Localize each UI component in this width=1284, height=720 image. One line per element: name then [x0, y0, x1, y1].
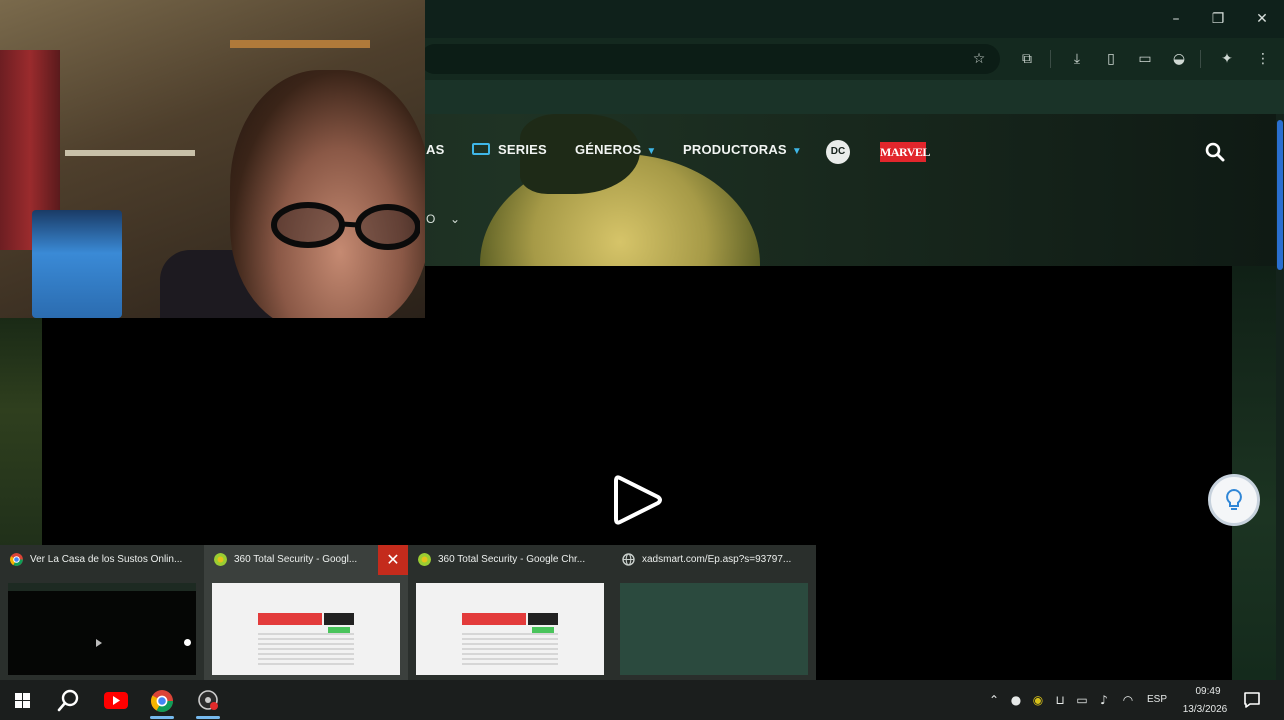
microphone-icon[interactable]: ● [1008, 692, 1024, 708]
wifi-icon[interactable]: ◠ [1120, 692, 1136, 708]
360-icon [418, 553, 431, 566]
webcam-person-face [230, 70, 425, 318]
volume-icon[interactable]: ♪ [1096, 692, 1112, 708]
preview-banner [258, 613, 322, 625]
search-icon[interactable] [48, 683, 88, 719]
chrome-icon[interactable] [142, 683, 182, 719]
nav-item-label: PRODUCTORAS [683, 142, 787, 157]
360-icon [214, 553, 227, 566]
webcam-shelf [65, 150, 195, 156]
window-preview-image [212, 583, 400, 675]
lightbulb-button[interactable] [1208, 474, 1260, 526]
language-indicator[interactable]: ESP [1147, 694, 1167, 705]
screen: – ❐ ✕ ☆ ⧉ ⤓ ▯ ▭ ◒ ✦ ⋮ AS SERIES GÉNEROS ▼… [0, 0, 1284, 720]
download-icon[interactable]: ⤓ [1066, 48, 1088, 70]
nav-item-generos[interactable]: GÉNEROS ▼ [575, 142, 657, 157]
windows-start-icon[interactable] [2, 683, 42, 719]
youtube-icon[interactable] [96, 683, 136, 719]
incognito-icon[interactable]: ◒ [1168, 48, 1190, 70]
chevron-down-icon: ▼ [791, 146, 802, 157]
globe-icon [622, 553, 635, 566]
chevron-down-icon: ▼ [646, 146, 657, 157]
toolbar-divider [1050, 50, 1051, 68]
toolbar-divider [1200, 50, 1201, 68]
preview-text-lines [462, 633, 558, 667]
obs-record-icon[interactable] [188, 683, 228, 719]
usb-icon[interactable]: ⊔ [1052, 692, 1068, 708]
page-background [1232, 266, 1276, 680]
nav-item-label: AS [426, 142, 445, 157]
preview-banner [462, 613, 526, 625]
close-window-icon[interactable]: ✕ [1250, 8, 1274, 30]
trash-icon[interactable]: ▯ [1100, 48, 1122, 70]
nav-item-series[interactable]: SERIES [472, 142, 547, 157]
page-background [0, 318, 42, 548]
window-preview-title: 360 Total Security - Google Chr... [438, 554, 586, 565]
nav-item-label: SERIES [498, 142, 547, 157]
window-preview[interactable]: 360 Total Security - Google Chr... [408, 545, 612, 680]
notification-icon[interactable] [1242, 690, 1262, 710]
preview-dot [184, 639, 191, 646]
preview-header [8, 583, 196, 591]
webcam-lamp [32, 210, 122, 318]
menu-kebab-icon[interactable]: ⋮ [1252, 48, 1274, 70]
taskbar-preview-strip: Ver La Casa de los Sustos Onlin... 360 T… [0, 545, 816, 680]
chevron-up-icon[interactable]: ⌃ [986, 692, 1002, 708]
window-preview-image [620, 583, 808, 675]
window-preview-title: 360 Total Security - Googl... [234, 554, 358, 565]
lightbulb-icon [1226, 488, 1242, 510]
webcam-glasses [271, 202, 420, 250]
webcam-overlay [0, 0, 425, 318]
window-preview[interactable]: xadsmart.com/Ep.asp?s=93797... [612, 545, 816, 680]
clock-date[interactable]: 13/3/2026 [1178, 704, 1232, 715]
chevron-down-icon[interactable]: ⌄ [450, 212, 460, 226]
bookmark-star-icon[interactable]: ☆ [968, 48, 990, 70]
minimize-icon[interactable]: – [1164, 8, 1188, 30]
taskbar-active-indicator [150, 716, 174, 719]
preview-badge [528, 613, 558, 625]
maximize-icon[interactable]: ❐ [1206, 8, 1230, 30]
window-preview-image [8, 583, 196, 675]
search-icon[interactable] [1205, 142, 1225, 162]
scrollbar-thumb[interactable] [1277, 120, 1283, 270]
clock-time[interactable]: 09:49 [1190, 686, 1226, 697]
sub-nav-label[interactable]: O [426, 212, 435, 226]
cast-icon[interactable]: ▭ [1134, 48, 1156, 70]
preview-text-lines [258, 633, 354, 667]
address-bar[interactable] [420, 44, 1000, 74]
window-preview-image [416, 583, 604, 675]
marvel-logo[interactable]: MARVEL [880, 142, 930, 162]
close-preview-icon[interactable]: ✕ [378, 545, 408, 575]
preview-badge [324, 613, 354, 625]
chrome-icon [10, 553, 23, 566]
dc-logo[interactable]: DC [826, 140, 850, 164]
nav-item-label: GÉNEROS [575, 142, 642, 157]
360-tray-icon[interactable]: ◉ [1030, 692, 1046, 708]
profile-icon[interactable]: ✦ [1216, 48, 1238, 70]
window-preview-title: Ver La Casa de los Sustos Onlin... [30, 554, 183, 565]
window-preview-title: xadsmart.com/Ep.asp?s=93797... [642, 554, 792, 565]
taskbar-active-indicator [196, 716, 220, 719]
play-icon[interactable] [612, 472, 664, 528]
play-icon [96, 639, 102, 647]
webcam-shelf [230, 40, 370, 48]
window-preview[interactable]: Ver La Casa de los Sustos Onlin... [0, 545, 204, 680]
battery-icon[interactable]: ▭ [1074, 692, 1090, 708]
tv-icon [472, 143, 490, 155]
extensions-icon[interactable]: ⧉ [1016, 48, 1038, 70]
nav-item-productoras[interactable]: PRODUCTORAS ▼ [683, 142, 802, 157]
nav-item-peliculas[interactable]: AS [426, 142, 444, 157]
